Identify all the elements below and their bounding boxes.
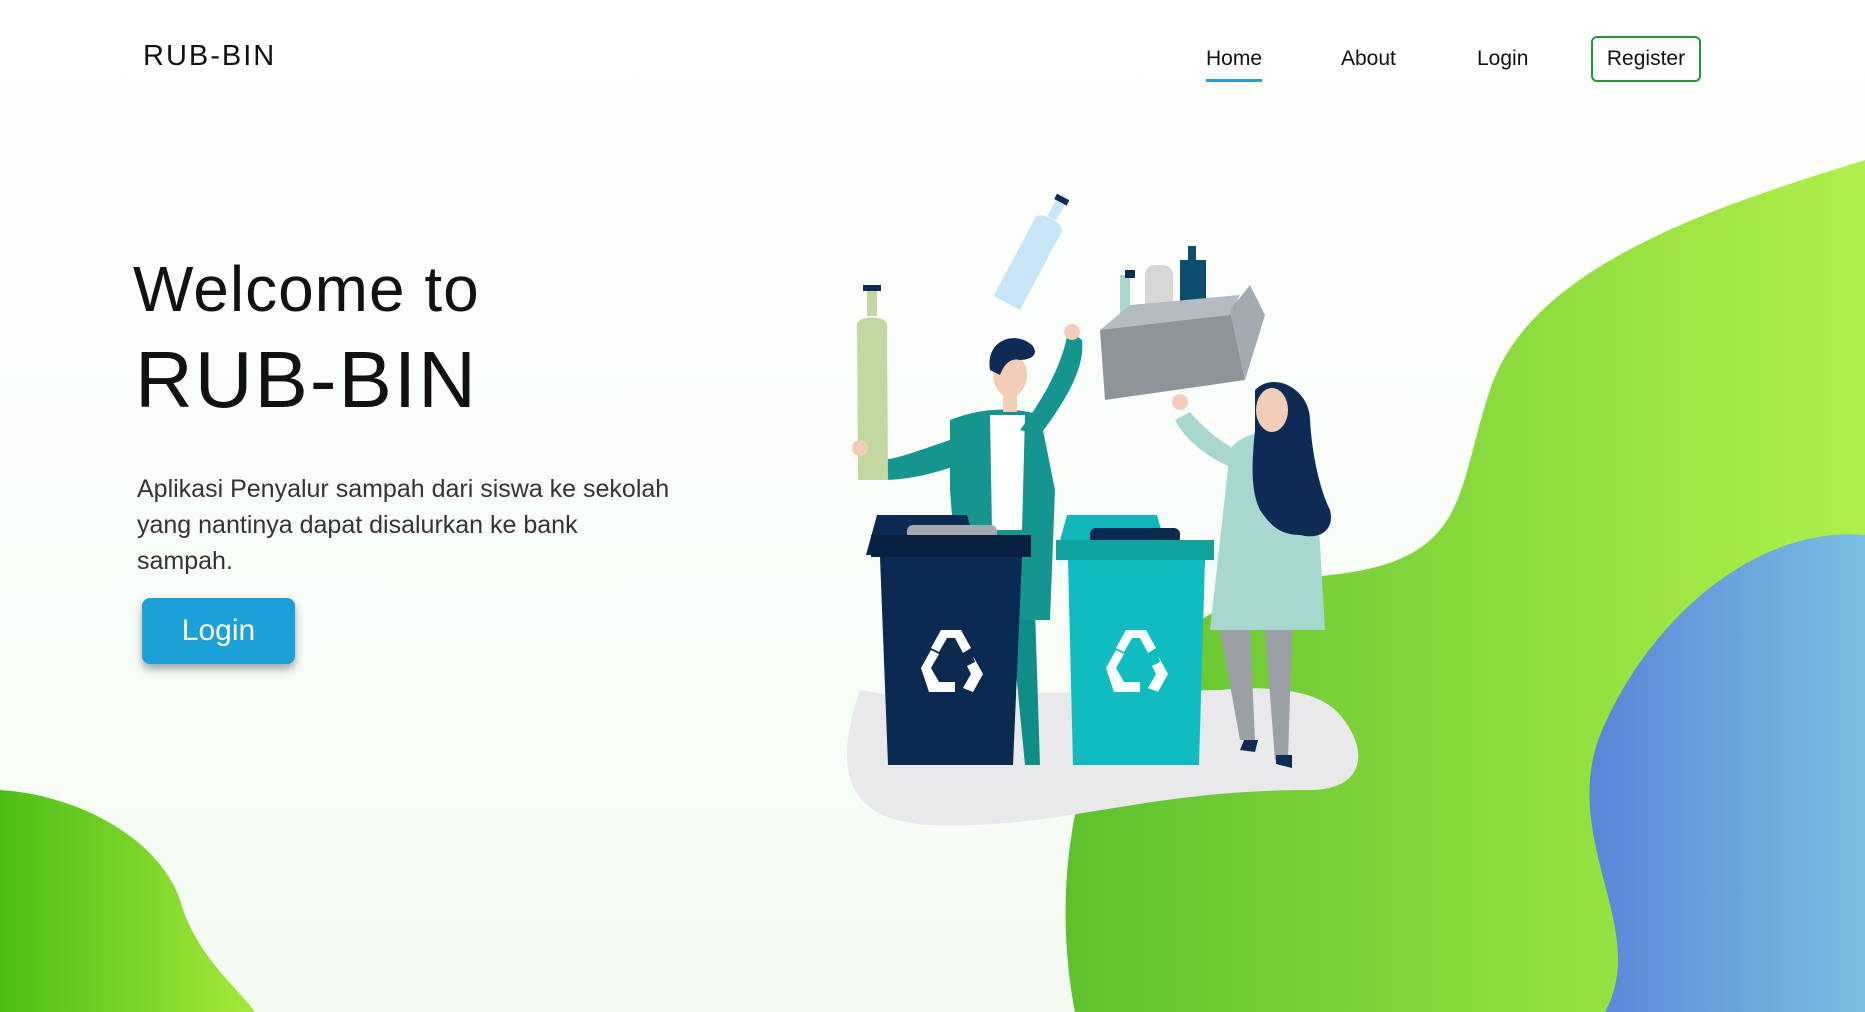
bottle-icon [852,285,888,480]
navbar: RUB-BIN Home About Login Register [0,0,1865,120]
nav-login-link[interactable]: Login [1477,47,1528,71]
recycling-illustration [846,193,1359,826]
hero-title: RUB-BIN [135,335,478,424]
trash-bin-icon [1056,515,1214,765]
cardboard-box-icon [1100,246,1265,410]
flying-bottle-icon [993,193,1070,311]
trash-bin-icon [866,515,1031,765]
hero-description: Aplikasi Penyalur sampah dari siswa ke s… [137,475,670,575]
hero-login-button[interactable]: Login [142,598,295,664]
register-button[interactable]: Register [1591,36,1701,82]
hero-welcome: Welcome to [133,253,480,325]
green-blob-left [0,790,255,1012]
brand-logo[interactable]: RUB-BIN [143,40,276,73]
nav-about-link[interactable]: About [1341,47,1396,71]
nav-home-link[interactable]: Home [1206,47,1263,82]
hero-section: Welcome to RUB-BIN Aplikasi Penyalur sam… [133,255,693,579]
